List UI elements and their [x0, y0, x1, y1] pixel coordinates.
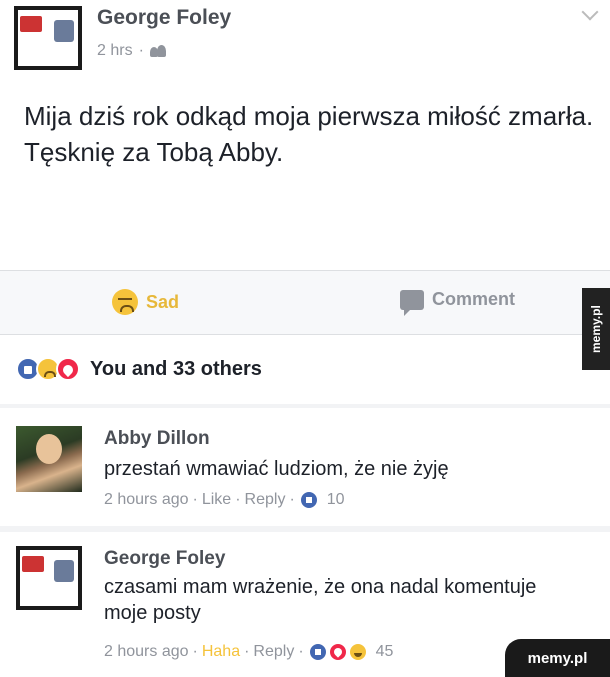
reactions-summary-text: You and 33 others — [90, 357, 262, 380]
meta-separator: · — [138, 42, 144, 59]
comment-time[interactable]: 2 hours ago — [104, 643, 189, 661]
comment-author[interactable]: Abby Dillon — [104, 428, 210, 450]
comment-button[interactable]: Comment — [400, 289, 516, 316]
commenter-avatar[interactable] — [16, 546, 82, 610]
post-text: Mija dziś rok odkąd moja pierwsza miłość… — [24, 101, 594, 167]
comment-meta: 2 hours ago · Haha · Reply · 45 — [104, 642, 394, 662]
chevron-down-icon[interactable] — [582, 6, 598, 22]
comment-haha-link[interactable]: Haha — [202, 643, 240, 661]
post-time[interactable]: 2 hrs — [97, 42, 133, 60]
comment-reply-link[interactable]: Reply — [245, 491, 286, 509]
comment-meta: 2 hours ago · Like · Reply · 10 — [104, 490, 345, 510]
haha-icon — [347, 642, 368, 662]
sad-face-icon — [112, 289, 138, 315]
friends-icon — [149, 45, 166, 57]
comment-label: Comment — [432, 289, 516, 309]
comment-text: czasami mam wrażenie, że ona nadal komen… — [104, 576, 537, 624]
sad-reaction-button[interactable]: Sad — [112, 289, 179, 315]
like-icon — [307, 642, 328, 662]
comment-time[interactable]: 2 hours ago — [104, 491, 189, 509]
comment-icon — [400, 289, 424, 316]
comment-reaction-count[interactable]: 10 — [327, 491, 345, 509]
post-author-name[interactable]: George Foley — [97, 6, 231, 30]
post-meta: 2 hrs · — [97, 42, 166, 60]
post-card: George Foley 2 hrs · Mija dziś rok odkąd… — [0, 0, 610, 270]
commenter-avatar[interactable] — [16, 426, 82, 492]
reactions-summary[interactable]: You and 33 others — [0, 334, 610, 404]
sad-reaction-label: Sad — [146, 291, 180, 312]
watermark-side: memy.pl — [582, 288, 610, 370]
comments-section: Abby Dillon przestań wmawiać ludziom, że… — [0, 404, 610, 677]
post-action-bar: Sad Comment — [0, 270, 610, 334]
comment-author[interactable]: George Foley — [104, 548, 225, 570]
author-avatar[interactable] — [14, 6, 82, 70]
love-icon — [327, 642, 348, 662]
comment-reaction-count[interactable]: 45 — [376, 643, 394, 661]
comment-reply-link[interactable]: Reply — [253, 643, 294, 661]
comment-item: Abby Dillon przestań wmawiać ludziom, że… — [0, 408, 610, 526]
watermark-bottom: memy.pl — [505, 639, 610, 677]
comment-like-link[interactable]: Like — [202, 491, 231, 509]
comment-text: przestań wmawiać ludziom, że nie żyję — [104, 458, 449, 480]
like-icon — [298, 490, 319, 510]
love-icon — [56, 357, 80, 381]
